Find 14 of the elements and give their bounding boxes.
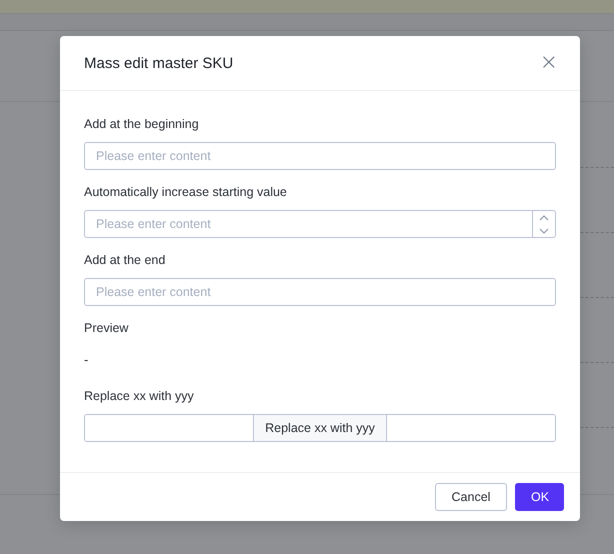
dialog-title: Mass edit master SKU [84,54,234,72]
preview-value: - [84,351,90,369]
cancel-button[interactable]: Cancel [435,483,507,511]
field-label: Add at the beginning [84,117,200,132]
input-field[interactable]: Please enter content [84,142,556,170]
replace-field[interactable]: Replace xx with yyy [84,414,556,442]
field-label: Preview [84,321,130,336]
field-label: Add at the end [84,253,166,268]
input-field[interactable]: Please enter content [84,278,556,306]
ok-button[interactable]: OK [515,483,564,511]
field-label: Automatically increase starting value [84,185,288,200]
close-button[interactable]: × [540,52,558,74]
input-addon: Replace xx with yyy [253,415,387,441]
field-label: Replace xx with yyy [84,389,195,404]
